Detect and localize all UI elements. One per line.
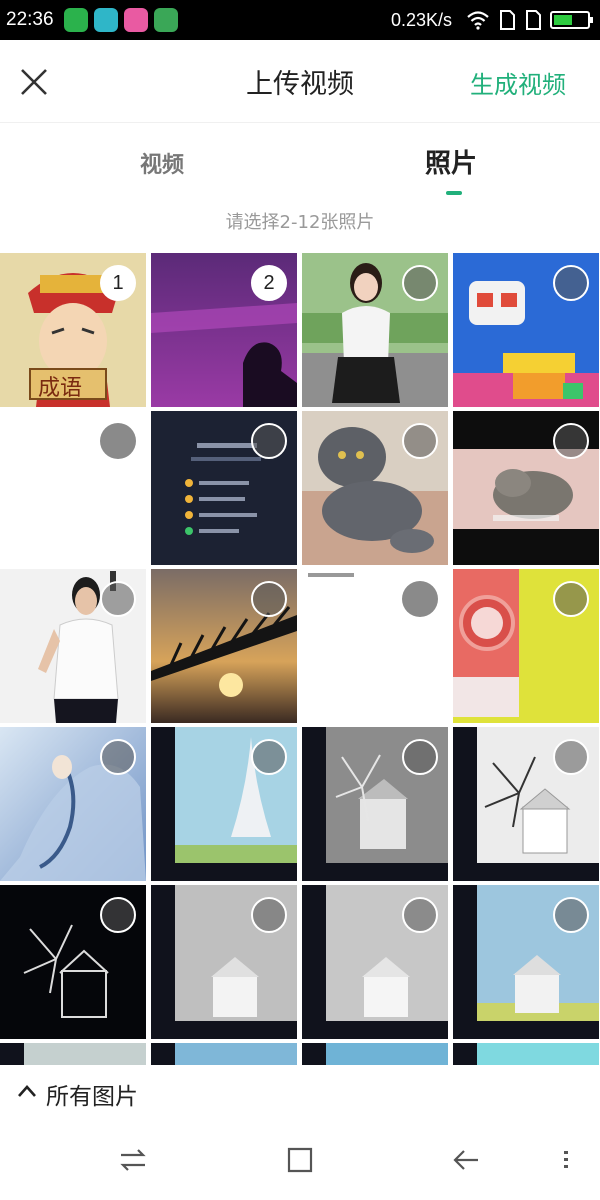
home-icon[interactable] bbox=[284, 1144, 316, 1176]
selection-badge[interactable] bbox=[402, 739, 438, 775]
generate-video-button[interactable]: 生成视频 bbox=[470, 65, 566, 100]
wifi-icon bbox=[467, 11, 489, 30]
usb-icon bbox=[153, 8, 178, 32]
photo-thumbnail[interactable] bbox=[302, 727, 448, 881]
tab-bar: 视频 照片 bbox=[0, 122, 600, 203]
photo-thumbnail[interactable] bbox=[453, 569, 599, 723]
photo-thumbnail[interactable] bbox=[151, 411, 297, 565]
active-tab-indicator bbox=[446, 191, 462, 195]
idiom-text: 成语 bbox=[38, 376, 82, 401]
chevron-up-icon bbox=[18, 1085, 36, 1097]
photo-thumbnail[interactable] bbox=[453, 885, 599, 1039]
photo-thumbnail[interactable] bbox=[151, 885, 297, 1039]
photo-thumbnail[interactable] bbox=[453, 411, 599, 565]
photo-thumbnail[interactable]: 2 bbox=[151, 253, 297, 407]
photo-grid: 成语 1 2 bbox=[0, 253, 600, 1065]
sim-icon bbox=[500, 10, 515, 30]
photo-thumbnail[interactable] bbox=[0, 411, 146, 565]
photo-thumbnail[interactable] bbox=[0, 885, 146, 1039]
sim-icon bbox=[526, 10, 541, 30]
photo-thumbnail[interactable] bbox=[151, 1043, 297, 1065]
photo-thumbnail[interactable] bbox=[453, 727, 599, 881]
selection-badge[interactable] bbox=[100, 739, 136, 775]
photo-thumbnail[interactable] bbox=[0, 569, 146, 723]
menu-icon[interactable] bbox=[556, 1144, 576, 1176]
selection-badge[interactable] bbox=[100, 581, 136, 617]
photo-thumbnail[interactable] bbox=[151, 569, 297, 723]
photo-thumbnail[interactable]: 成语 1 bbox=[0, 253, 146, 407]
photo-thumbnail[interactable] bbox=[302, 569, 448, 723]
album-label: 所有图片 bbox=[46, 1084, 138, 1110]
switch-apps-icon[interactable] bbox=[117, 1144, 149, 1176]
app-notification-icon bbox=[63, 8, 88, 32]
selection-badge[interactable] bbox=[553, 581, 589, 617]
photo-thumbnail[interactable] bbox=[453, 1043, 599, 1065]
photo-thumbnail[interactable] bbox=[302, 885, 448, 1039]
selection-badge[interactable] bbox=[553, 265, 589, 301]
app-notification-icon bbox=[123, 8, 148, 32]
selection-badge[interactable] bbox=[100, 897, 136, 933]
navigation-bar bbox=[0, 1120, 600, 1200]
header: 上传视频 生成视频 bbox=[0, 40, 600, 122]
album-selector[interactable]: 所有图片 bbox=[0, 1065, 600, 1120]
selection-badge[interactable] bbox=[402, 265, 438, 301]
battery-icon bbox=[550, 11, 593, 29]
selection-badge[interactable]: 2 bbox=[251, 265, 287, 301]
selection-badge[interactable] bbox=[251, 423, 287, 459]
tab-video[interactable]: 视频 bbox=[140, 147, 184, 179]
photo-thumbnail[interactable] bbox=[151, 727, 297, 881]
photo-thumbnail[interactable] bbox=[453, 253, 599, 407]
selection-badge[interactable] bbox=[251, 897, 287, 933]
selection-badge[interactable] bbox=[402, 423, 438, 459]
photo-thumbnail[interactable] bbox=[302, 1043, 448, 1065]
selection-badge[interactable] bbox=[553, 897, 589, 933]
selection-badge[interactable] bbox=[251, 581, 287, 617]
photo-thumbnail[interactable] bbox=[302, 253, 448, 407]
back-icon[interactable] bbox=[450, 1144, 482, 1176]
status-bar: 22:36 0.23K/s bbox=[0, 0, 600, 40]
photo-thumbnail[interactable] bbox=[302, 411, 448, 565]
app-notification-icon bbox=[93, 8, 118, 32]
status-time: 22:36 bbox=[6, 9, 54, 30]
notification-icons bbox=[63, 8, 178, 32]
photo-thumbnail[interactable] bbox=[0, 727, 146, 881]
selection-hint: 请选择2-12张照片 bbox=[225, 212, 375, 233]
selection-badge[interactable] bbox=[402, 581, 438, 617]
photo-thumbnail[interactable] bbox=[0, 1043, 146, 1065]
selection-badge[interactable] bbox=[100, 423, 136, 459]
selection-badge[interactable] bbox=[553, 739, 589, 775]
selection-badge[interactable]: 1 bbox=[100, 265, 136, 301]
selection-badge[interactable] bbox=[553, 423, 589, 459]
tab-photo[interactable]: 照片 bbox=[425, 143, 477, 180]
selection-badge[interactable] bbox=[402, 897, 438, 933]
selection-badge[interactable] bbox=[251, 739, 287, 775]
network-speed: 0.23K/s bbox=[390, 9, 452, 30]
